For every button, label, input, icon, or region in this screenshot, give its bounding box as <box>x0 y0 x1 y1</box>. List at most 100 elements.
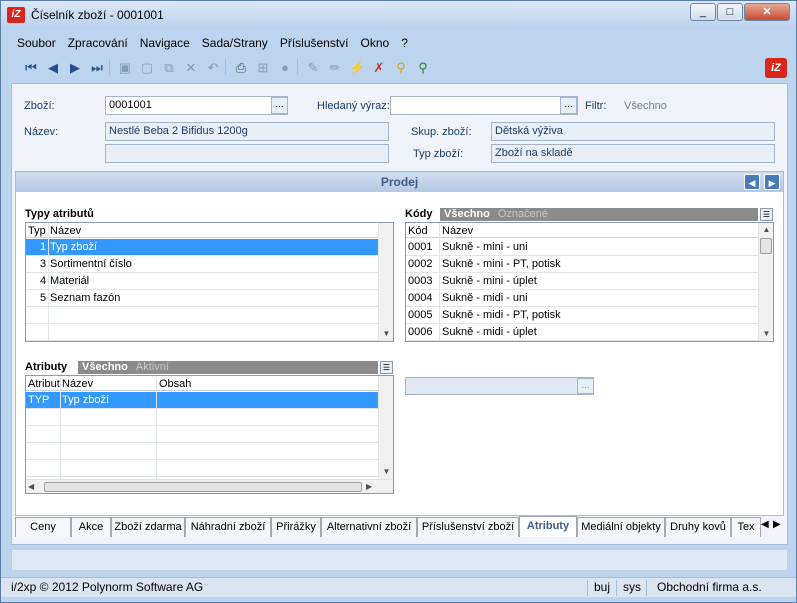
atributy-filter-active[interactable]: Aktivní <box>132 361 173 373</box>
tab-scroll-left-icon[interactable]: ◀ <box>761 519 769 530</box>
menu-prislusenstvi[interactable]: Příslušenství <box>274 34 355 52</box>
col-kod[interactable]: Kód <box>408 223 428 240</box>
copy-icon[interactable]: ⧉ <box>161 60 177 76</box>
horizontal-scrollbar[interactable]: ◀ ▶ <box>26 479 393 493</box>
obsah-value-field[interactable] <box>405 377 594 395</box>
tab-medialni-objekty[interactable]: Mediální objekty <box>577 517 665 537</box>
scroll-left-icon[interactable]: ◀ <box>28 480 34 493</box>
menu-sada-strany[interactable]: Sada/Strany <box>196 34 274 52</box>
table-row-empty <box>26 409 379 426</box>
table-row[interactable]: 0003 Sukně - mini - úplet <box>406 273 759 290</box>
scroll-up-icon[interactable]: ▲ <box>759 223 773 237</box>
edit-icon[interactable]: ✎ <box>305 60 321 76</box>
prev-record-icon[interactable]: ◀ <box>45 60 61 76</box>
vertical-scrollbar[interactable]: ▲ ▼ <box>758 223 773 341</box>
last-record-icon[interactable]: ⏭ <box>89 60 105 76</box>
scroll-thumb[interactable] <box>44 482 362 492</box>
col-atribut[interactable]: Atribut <box>28 376 60 393</box>
tab-alternativni-zbozi[interactable]: Alternativní zboží <box>321 517 417 537</box>
tab-scroll-right-icon[interactable]: ▶ <box>773 519 781 530</box>
table-row[interactable]: 0002 Sukně - mini - PT, potisk <box>406 256 759 273</box>
table-row[interactable]: 0001 Sukně - mini - uni <box>406 239 759 256</box>
atributy-filter-bar: Všechno Aktivní <box>78 361 378 374</box>
column-divider <box>48 223 49 341</box>
maximize-button[interactable]: □ <box>717 3 743 21</box>
cell-kod: 0003 <box>408 275 433 287</box>
kody-filter-all[interactable]: Všechno <box>440 208 494 220</box>
panel-prev-button[interactable]: ◀ <box>744 174 760 190</box>
scroll-thumb[interactable] <box>760 238 772 254</box>
tab-ceny[interactable]: Ceny <box>15 517 71 537</box>
menu-zpracovani[interactable]: Zpracování <box>62 34 134 52</box>
kody-filter-marked[interactable]: Označené <box>494 208 552 220</box>
obsah-lookup-button[interactable]: ... <box>577 378 594 394</box>
table-row[interactable]: 0005 Sukně - midi - PT, potisk <box>406 307 759 324</box>
col-nazev[interactable]: Název <box>50 223 81 240</box>
cell-typ: 3 <box>40 258 47 270</box>
filter-icon[interactable]: ⚡ <box>349 60 365 76</box>
menu-okno[interactable]: Okno <box>355 34 396 52</box>
scroll-down-icon[interactable]: ▼ <box>379 465 393 479</box>
table-row[interactable]: TYP Typ zboží <box>26 392 379 409</box>
col-typ[interactable]: Typ <box>28 223 46 240</box>
vertical-scrollbar[interactable]: ▼ <box>378 223 393 341</box>
scroll-down-icon[interactable]: ▼ <box>759 327 773 341</box>
filtr-value[interactable]: Všechno <box>624 100 667 112</box>
atributy-grid-menu-icon[interactable]: ☰ <box>380 361 393 374</box>
menu-help[interactable]: ? <box>395 34 414 52</box>
col-nazev[interactable]: Název <box>442 223 473 240</box>
table-row[interactable]: 1 Typ zboží <box>26 239 379 256</box>
tab-zbozi-zdarma[interactable]: Zboží zdarma <box>111 517 185 537</box>
remove-filter-icon[interactable]: ✗ <box>371 60 387 76</box>
next-record-icon[interactable]: ▶ <box>67 60 83 76</box>
table-row[interactable]: 0006 Sukně - midi - úplet <box>406 324 759 341</box>
search-icon[interactable]: ⚲ <box>393 60 409 76</box>
first-record-icon[interactable]: ⏮ <box>23 60 39 76</box>
menu-navigace[interactable]: Navigace <box>134 34 196 52</box>
cell-typ: 1 <box>40 241 47 253</box>
find-icon[interactable]: ⚲ <box>415 60 431 76</box>
tab-nahradni-zbozi[interactable]: Náhradní zboží <box>185 517 271 537</box>
cell-kod: 0005 <box>408 309 433 321</box>
atributy-filter-all[interactable]: Všechno <box>78 361 132 373</box>
new-icon[interactable]: ▢ <box>139 60 155 76</box>
tab-tex[interactable]: Tex <box>731 517 761 537</box>
cell-nazev: Sukně - mini - uni <box>442 241 528 253</box>
title-bar[interactable]: iZ Číselník zboží - 0001001 _ □ ✕ <box>1 1 796 29</box>
kody-grid-menu-icon[interactable]: ☰ <box>760 208 773 221</box>
kody-grid: Kód Název 0001 Sukně - mini - uni 0002 Suk… <box>405 222 774 342</box>
col-nazev[interactable]: Název <box>62 376 93 393</box>
tab-atributy[interactable]: Atributy <box>519 516 577 537</box>
undo-icon[interactable]: ↶ <box>205 60 221 76</box>
status-separator <box>646 580 647 596</box>
tab-akce[interactable]: Akce <box>71 517 111 537</box>
zbozi-input[interactable]: 0001001 <box>105 96 288 115</box>
delete-icon[interactable]: ✕ <box>183 60 199 76</box>
panel-next-button[interactable]: ▶ <box>764 174 780 190</box>
table-row[interactable]: 3 Sortimentní číslo <box>26 256 379 273</box>
tab-prislusenstvi-zbozi[interactable]: Příslušenství zboží <box>417 517 519 537</box>
print-icon[interactable]: ⎙ <box>233 60 249 76</box>
col-obsah[interactable]: Obsah <box>159 376 191 393</box>
scroll-down-icon[interactable]: ▼ <box>379 327 393 341</box>
table-row[interactable]: 5 Seznam fazón <box>26 290 379 307</box>
tab-druhy-kovu[interactable]: Druhy kovů <box>665 517 731 537</box>
scroll-right-icon[interactable]: ▶ <box>366 480 372 493</box>
hledany-input[interactable] <box>390 96 578 115</box>
pencil-icon[interactable]: ✏ <box>327 60 343 76</box>
table-row[interactable]: 4 Materiál <box>26 273 379 290</box>
zbozi-lookup-button[interactable]: ... <box>271 97 288 114</box>
menu-soubor[interactable]: Soubor <box>11 34 62 52</box>
skup-label: Skup. zboží: <box>411 126 472 138</box>
cell-typ: 5 <box>40 292 47 304</box>
tree-icon[interactable]: ⊞ <box>255 60 271 76</box>
stop-icon[interactable]: ● <box>277 60 293 76</box>
minimize-button[interactable]: _ <box>690 3 716 21</box>
save-icon[interactable]: ▣ <box>117 60 133 76</box>
tab-prirazky[interactable]: Přirážky <box>271 517 321 537</box>
close-button[interactable]: ✕ <box>744 3 790 21</box>
table-row[interactable]: 0004 Sukně - midi - uni <box>406 290 759 307</box>
vertical-scrollbar[interactable]: ▼ <box>378 376 393 479</box>
hledany-lookup-button[interactable]: ... <box>560 97 577 114</box>
cell-nazev: Materiál <box>50 275 90 287</box>
